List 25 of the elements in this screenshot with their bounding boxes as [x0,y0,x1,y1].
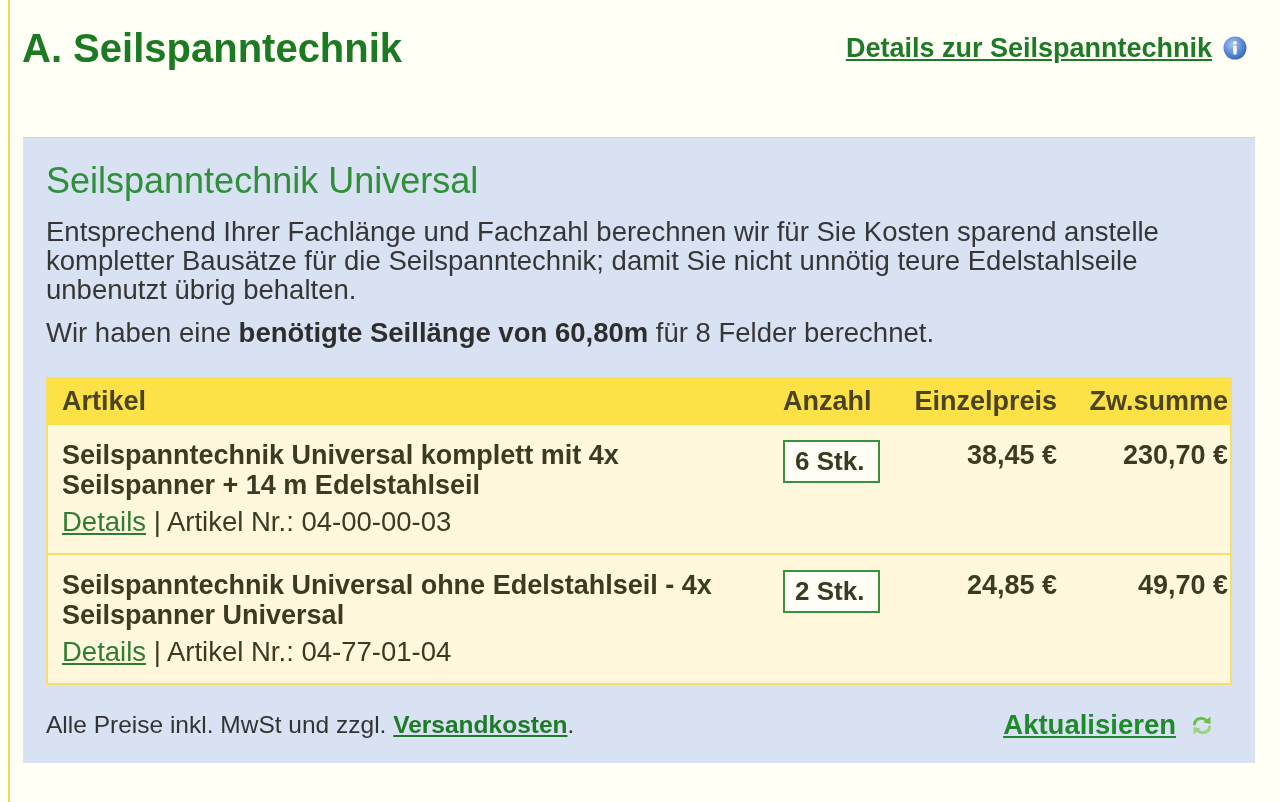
column-header: Einzelpreis [913,385,1058,417]
details-link[interactable]: Details [62,506,147,537]
product-name: Seilspanntechnik Universal komplett mit 4x Seilspanner + 14 m Edelstahlseil [62,440,620,500]
unit-price: 38,45 € [965,440,1058,472]
details-link[interactable]: Details zur Seilspanntechnik [845,32,1247,64]
column-header: Anzahl [782,385,873,417]
column-header: Artikel [61,385,148,417]
panel-heading: Seilspanntechnik Universal [46,163,480,199]
summary-text: Wir haben eine benötigte Seillänge von 60,80m für 8 Felder berechnet. [46,318,936,347]
subtotal: 49,70 € [1136,570,1229,602]
unit-price: 24,85 € [965,570,1058,602]
product-name: Seilspanntechnik Universal ohne Edelstahlseil - 4x Seilspanner Universal [62,570,713,630]
section-title: A. Seilspanntechnik [22,26,403,70]
description-text: Entsprechend Ihrer Fachlänge und Fachzahl berechnen wir für Sie Kosten sparend anstelle kompletter Bausätze für die Seilspanntechnik; damit Sie nicht unnötig teure Edelstahlseile unbenutzt übrig behalten. [46,217,1160,304]
price-note: Alle Preise inkl. MwSt und zzgl. Versandkosten. [46,710,575,740]
quantity-field[interactable]: 6 Stk. [783,440,880,483]
column-header: Zw.summe [1088,385,1229,417]
info-icon [1223,36,1247,60]
update-link[interactable]: Aktualisieren [1003,709,1214,741]
quantity-field[interactable]: 2 Stk. [783,570,880,613]
shipping-link[interactable]: Versandkosten [393,711,568,738]
subtotal: 230,70 € [1121,440,1229,472]
article-info: Details | Artikel Nr.: 04-77-01-04 [62,637,453,667]
details-link[interactable]: Details [62,636,147,667]
article-info: Details | Artikel Nr.: 04-00-00-03 [62,507,453,537]
